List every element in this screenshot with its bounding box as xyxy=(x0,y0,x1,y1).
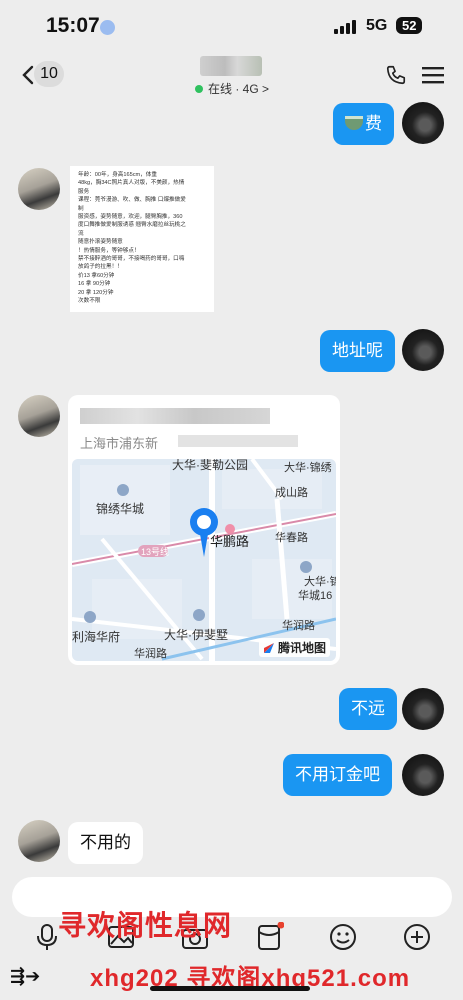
rules-line: 年龄：00年，身高165cm，体重 xyxy=(78,172,157,178)
online-dot-icon xyxy=(195,84,203,93)
my-avatar[interactable] xyxy=(402,754,444,796)
rules-line: 度口舞推做爱制服诱惑 翘臀水磨拉丝玩桃之 xyxy=(78,222,186,229)
my-avatar[interactable] xyxy=(402,102,444,144)
network-type: 5G xyxy=(366,17,388,34)
watermark-arrow-icon: ⇶➔ xyxy=(10,966,41,986)
svg-text:大华·锦: 大华·锦 xyxy=(304,574,336,588)
svg-text:成山路: 成山路 xyxy=(275,486,308,499)
svg-text:华润路: 华润路 xyxy=(134,646,167,660)
message-bubble-outgoing[interactable]: 费 xyxy=(333,103,394,145)
message-bubble-outgoing[interactable]: 地址呢 xyxy=(320,330,395,372)
contact-avatar[interactable] xyxy=(18,820,60,862)
unread-count-badge[interactable]: 10 xyxy=(34,61,64,87)
message-bubble-incoming[interactable]: 不用的 xyxy=(68,822,143,864)
contact-avatar[interactable] xyxy=(18,395,60,437)
my-avatar[interactable] xyxy=(402,688,444,730)
svg-text:大华·锦绣: 大华·锦绣 xyxy=(284,460,332,474)
contact-name-redacted xyxy=(200,56,262,76)
map-preview[interactable]: 大华·斐勒公园 大华·锦绣 锦绣华城 成山路 华鹏路 华春路 13号线 大华·锦… xyxy=(72,459,336,661)
location-address-redacted xyxy=(178,435,298,447)
message-bubble-outgoing[interactable]: 不用订金吧 xyxy=(283,754,392,796)
map-image: 大华·斐勒公园 大华·锦绣 锦绣华城 成山路 华鹏路 华春路 13号线 大华·锦… xyxy=(72,459,336,661)
map-provider-logo: 腾讯地图 xyxy=(258,638,330,657)
rules-line: ！热情服务，等钟够点！ xyxy=(78,247,140,254)
contact-avatar[interactable] xyxy=(18,168,60,210)
svg-text:锦绣华城: 锦绣华城 xyxy=(96,502,144,516)
rules-line: 服资感，姿势随意，欢迎，腿臀胸推，360 xyxy=(78,214,183,221)
presence-text: 在线 · 4G > xyxy=(208,82,270,96)
rules-line: 制 xyxy=(78,205,84,212)
emoji-icon[interactable] xyxy=(328,922,358,952)
rules-line: 次数不限 xyxy=(78,298,101,305)
rules-line: 服务 xyxy=(78,188,90,195)
signal-icon xyxy=(334,19,356,34)
home-indicator[interactable] xyxy=(150,986,310,991)
phone-icon[interactable] xyxy=(385,64,407,86)
svg-text:华鹏路: 华鹏路 xyxy=(210,534,249,549)
rules-line: 20 拿 120分钟 xyxy=(78,289,114,296)
location-arrow-icon xyxy=(100,20,115,35)
location-title-redacted xyxy=(80,408,270,424)
rules-line: 随意扑滚姿势随意 xyxy=(78,239,123,246)
location-address: 上海市浦东新 xyxy=(80,436,159,451)
battery-level: 52 xyxy=(396,17,423,34)
rules-line: 放鸽子的拉黑！！ xyxy=(78,264,123,271)
svg-text:13号线: 13号线 xyxy=(141,546,169,557)
add-icon[interactable] xyxy=(402,922,432,952)
status-bar: 15:07 5G 52 xyxy=(0,0,463,52)
chat-header: 10 在线 · 4G > xyxy=(0,52,463,100)
svg-text:华润路: 华润路 xyxy=(282,618,315,632)
svg-text:利海华府: 利海华府 xyxy=(72,629,120,644)
location-card[interactable]: 上海市浦东新 大华·斐勒公园 大华·锦绣 锦绣华城 成山路 华鹏路 华春路 13… xyxy=(68,395,340,665)
rules-line: 48kg，胸34C照片真人对版，不美颜，热情 xyxy=(78,180,185,187)
presence-status: 在线 · 4G > xyxy=(195,80,269,97)
rules-line: 禁不接醉酒的哥哥，不接喝药的哥哥，口嗨 xyxy=(78,256,185,263)
svg-text:大华·斐勒公园: 大华·斐勒公园 xyxy=(172,459,248,472)
status-time: 15:07 xyxy=(46,14,100,37)
svg-text:华春路: 华春路 xyxy=(275,530,308,544)
menu-icon[interactable] xyxy=(422,66,444,84)
my-avatar[interactable] xyxy=(402,329,444,371)
svg-text:大华·伊斐墅: 大华·伊斐墅 xyxy=(164,628,228,642)
message-bubble-outgoing[interactable]: 不远 xyxy=(339,688,397,730)
tea-emoji-icon xyxy=(345,116,363,130)
tencent-map-icon xyxy=(263,642,274,653)
watermark-top: 寻欢阁性息网 xyxy=(58,910,233,941)
rules-line: 流 xyxy=(78,230,84,237)
rules-line: 价13 拿60分钟 xyxy=(78,272,115,279)
message-image-text[interactable]: 年龄：00年，身高165cm，体重 48kg，胸34C照片真人对版，不美颜，热情服… xyxy=(70,166,214,312)
rules-line: 课程：莞爷漫游、吹、做、胸推 口爆推做爱 xyxy=(78,197,186,204)
rules-line: 16 拿 90分钟 xyxy=(78,281,111,288)
red-packet-icon[interactable] xyxy=(254,922,284,952)
svg-text:华城16: 华城16 xyxy=(298,588,332,602)
